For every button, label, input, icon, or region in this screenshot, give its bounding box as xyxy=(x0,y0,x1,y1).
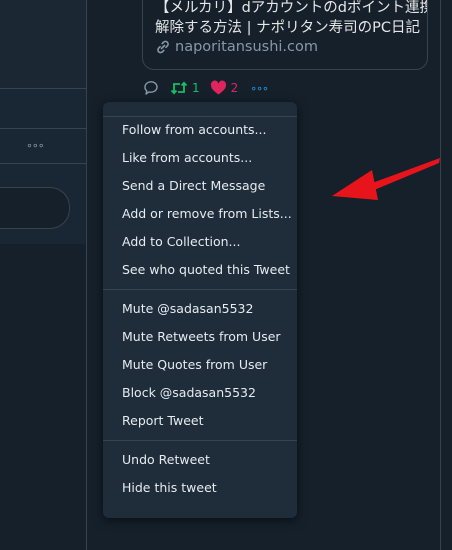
card-url[interactable]: naporitansushi.com xyxy=(155,39,318,55)
card-title-line-2: 解除する方法 | ナポリタン寿司のPC日記 xyxy=(155,20,420,36)
menu-item-mute-quotes[interactable]: Mute Quotes from User xyxy=(103,351,297,379)
menu-item-add-remove-lists[interactable]: Add or remove from Lists... xyxy=(103,200,297,228)
menu-item-follow-from-accounts[interactable]: Follow from accounts... xyxy=(103,116,297,144)
tweet-actions: 1 2 ∘∘∘ xyxy=(142,78,269,98)
reply-icon xyxy=(144,81,158,95)
menu-divider xyxy=(103,440,297,441)
menu-item-report-tweet[interactable]: Report Tweet xyxy=(103,407,297,435)
reply-button[interactable] xyxy=(142,79,160,97)
menu-item-send-direct-message[interactable]: Send a Direct Message xyxy=(103,172,297,200)
menu-item-like-from-accounts[interactable]: Like from accounts... xyxy=(103,144,297,172)
menu-item-mute-retweets[interactable]: Mute Retweets from User xyxy=(103,323,297,351)
menu-item-block-user[interactable]: Block @sadasan5532 xyxy=(103,379,297,407)
menu-divider xyxy=(103,116,297,117)
left-column-body xyxy=(0,244,86,550)
retweet-count: 1 xyxy=(192,81,200,95)
card-title[interactable]: 【メルカリ】dアカウントのdポイント連携を 解除する方法 | ナポリタン寿司のP… xyxy=(155,0,428,38)
left-column-header xyxy=(0,0,86,88)
search-input[interactable] xyxy=(0,187,70,229)
link-icon xyxy=(155,39,171,55)
card-url-text: naporitansushi.com xyxy=(175,39,318,55)
link-preview-card[interactable]: 【メルカリ】dアカウントのdポイント連携を 解除する方法 | ナポリタン寿司のP… xyxy=(142,0,428,70)
divider xyxy=(0,128,86,129)
retweet-icon xyxy=(170,81,188,95)
right-gutter xyxy=(440,0,452,550)
menu-item-hide-tweet[interactable]: Hide this tweet xyxy=(103,474,297,502)
card-title-line-1: 【メルカリ】dアカウントのdポイント連携を xyxy=(155,0,428,16)
retweet-button[interactable]: 1 xyxy=(170,80,200,96)
menu-divider xyxy=(103,289,297,290)
like-button[interactable]: 2 xyxy=(210,80,239,96)
heart-icon xyxy=(210,80,226,95)
tweet-options-menu: Follow from accounts... Like from accoun… xyxy=(103,102,297,518)
divider xyxy=(0,88,86,89)
left-column: ∘∘∘ xyxy=(0,0,87,550)
divider xyxy=(0,163,86,164)
more-icon[interactable]: ∘∘∘ xyxy=(26,139,45,152)
like-count: 2 xyxy=(230,81,239,95)
annotation-arrow-icon xyxy=(332,158,440,200)
menu-item-undo-retweet[interactable]: Undo Retweet xyxy=(103,446,297,474)
menu-item-add-to-collection[interactable]: Add to Collection... xyxy=(103,228,297,256)
menu-item-mute-user[interactable]: Mute @sadasan5532 xyxy=(103,295,297,323)
more-options-button[interactable]: ∘∘∘ xyxy=(250,82,269,95)
menu-item-see-quotes[interactable]: See who quoted this Tweet xyxy=(103,256,297,284)
